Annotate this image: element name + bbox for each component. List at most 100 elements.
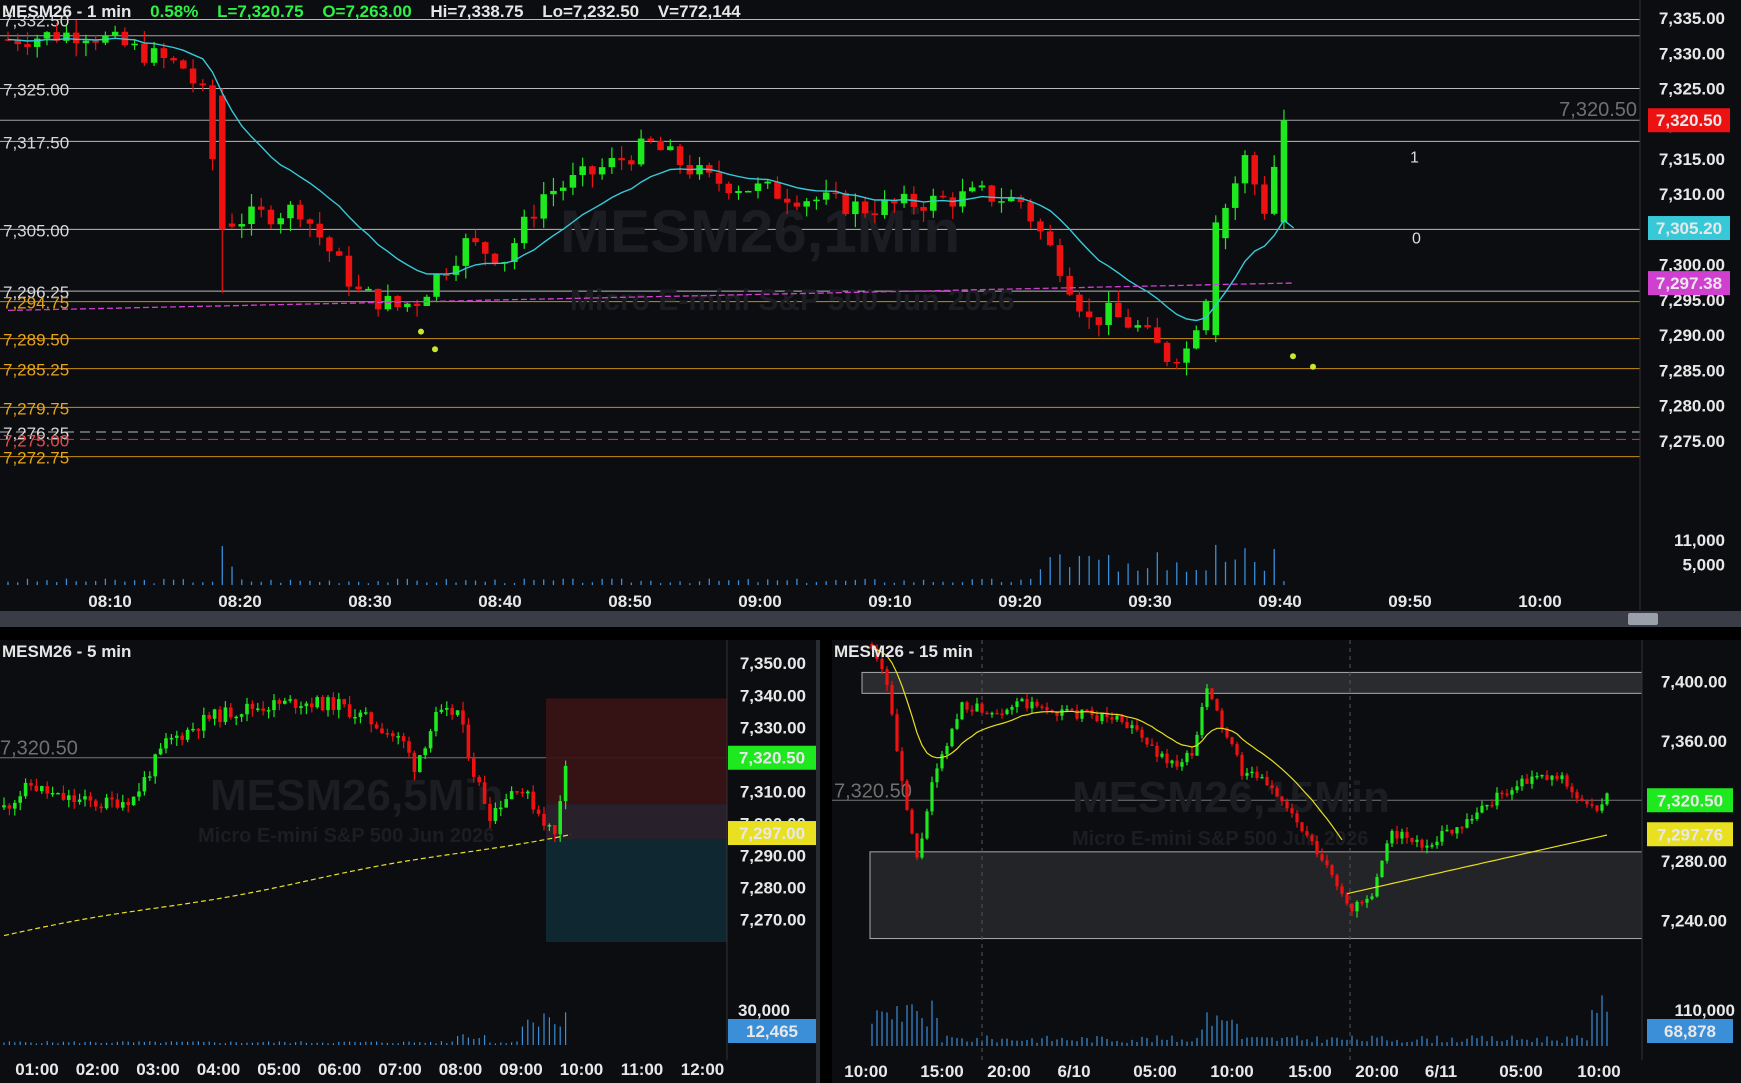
volume-axis-tick: 30,000: [738, 1001, 790, 1020]
time-axis-tick: 08:10: [88, 592, 131, 611]
candle-body: [257, 206, 265, 210]
candle-body: [1440, 831, 1444, 842]
volume-axis-tick: 11,000: [1674, 531, 1725, 550]
price-axis-tick: 7,330.00: [740, 718, 806, 737]
vwap-price-tag: 7,297.38: [1656, 274, 1722, 293]
candle-body: [1515, 786, 1519, 791]
candle-body: [563, 765, 568, 802]
ma-line: [3, 833, 572, 937]
candle-body: [404, 303, 411, 308]
candle-body: [637, 138, 645, 165]
time-axis-tick: 06:00: [318, 1060, 361, 1079]
candle-body: [450, 707, 454, 715]
candle-body: [13, 802, 17, 809]
candle-body: [520, 791, 525, 794]
candle-body: [1155, 745, 1159, 757]
candle-body: [970, 709, 974, 712]
candle-body: [24, 44, 31, 47]
candle-body: [969, 187, 976, 192]
candle-body: [598, 167, 606, 175]
candle-body: [488, 803, 492, 821]
price-axis-tick: 7,340.00: [740, 686, 806, 705]
candle-body: [1540, 774, 1544, 777]
candle-body: [793, 202, 801, 207]
candle-body: [1027, 202, 1034, 222]
candle-body: [110, 797, 114, 800]
candle-body: [1270, 785, 1274, 789]
price-axis-tick: 7,310.00: [1659, 185, 1725, 204]
chart-15min-canvas[interactable]: 7,320.50 MESM26,15Min Micro E-mini S&P 500…: [832, 640, 1741, 1083]
candle-body: [915, 833, 919, 858]
candle-body: [1425, 845, 1429, 848]
candle-body: [559, 187, 567, 191]
candle-body: [477, 776, 481, 783]
price-level-label: 7,305.00: [3, 221, 69, 240]
chart-5min-panel[interactable]: MESM26 - 5 min 7,320.50 MESM26,5Min Micro …: [0, 640, 820, 1083]
candle-body: [1154, 327, 1161, 343]
time-axis-tick: 09:40: [1258, 592, 1301, 611]
time-axis-tick: 07:00: [378, 1060, 421, 1079]
candle-body: [1200, 706, 1204, 735]
candle-body: [965, 702, 969, 710]
candle-body: [304, 703, 309, 707]
candle-body: [88, 796, 93, 801]
candle-body: [499, 807, 503, 810]
candle-body: [1230, 737, 1234, 745]
candle-body: [461, 710, 465, 725]
candle-body: [326, 697, 330, 711]
candle-body: [861, 201, 869, 214]
candle-body: [1025, 698, 1029, 709]
candle-body: [111, 31, 119, 36]
chart-5min-canvas[interactable]: 7,320.50 MESM26,5Min Micro E-mini S&P 500 …: [0, 640, 820, 1083]
candle-body: [1135, 725, 1139, 730]
candle-body: [1595, 805, 1599, 811]
candle-body: [531, 791, 535, 810]
chart-1min-canvas[interactable]: 7,332.507,325.007,317.507,305.007,296.25…: [0, 0, 1741, 627]
candle-body: [1193, 330, 1200, 349]
chart-1min-scrollbar[interactable]: [0, 611, 1741, 627]
candle-body: [1565, 775, 1569, 787]
candle-body: [1330, 865, 1334, 876]
swing-low-dot: [432, 346, 438, 353]
candle-body: [1163, 342, 1171, 362]
time-axis-tick: 09:20: [998, 592, 1041, 611]
candle-body: [267, 209, 275, 225]
candle-body: [218, 709, 222, 722]
price-axis-tick: 7,290.00: [1659, 326, 1725, 345]
time-axis-tick: 08:40: [478, 592, 521, 611]
candle-body: [852, 201, 859, 215]
chart-15min-panel[interactable]: MESM26 - 15 min 7,320.50 MESM26,15Min Micr…: [832, 640, 1741, 1083]
candle-body: [885, 669, 889, 685]
candle-body: [1115, 715, 1119, 720]
candle-body: [735, 191, 742, 193]
candle-body: [628, 160, 635, 165]
candle-body: [1125, 721, 1129, 729]
candle-body: [491, 253, 499, 264]
candle-body: [988, 185, 995, 202]
candle-body: [433, 274, 440, 297]
candle-body: [250, 703, 255, 709]
marker-label: 0: [1412, 231, 1421, 248]
last-price-tag: 7,320.50: [1656, 111, 1722, 130]
candle-body: [1500, 792, 1504, 795]
candle-body: [1240, 754, 1244, 776]
candle-body: [764, 181, 771, 184]
candle-body: [950, 728, 954, 747]
chart-1min-panel[interactable]: MESM26 - 1 min 0.58% L=7,320.75 O=7,263.…: [0, 0, 1741, 627]
candle-body: [647, 138, 655, 141]
candle-body: [34, 785, 39, 792]
candle-body: [160, 48, 168, 59]
candle-body: [1105, 302, 1112, 325]
price-level-label: 7,279.75: [3, 399, 69, 418]
candle-body: [67, 795, 71, 800]
time-axis-tick: 12:00: [681, 1060, 724, 1079]
candle-body: [975, 703, 979, 712]
scrollbar-thumb[interactable]: [1628, 613, 1658, 625]
candle-body: [550, 190, 557, 195]
time-axis-tick: 05:00: [1499, 1062, 1542, 1081]
candle-body: [1035, 701, 1039, 707]
candle-body: [466, 724, 471, 759]
candle-body: [45, 786, 49, 794]
candle-body: [569, 175, 577, 188]
candle-body: [515, 791, 519, 793]
